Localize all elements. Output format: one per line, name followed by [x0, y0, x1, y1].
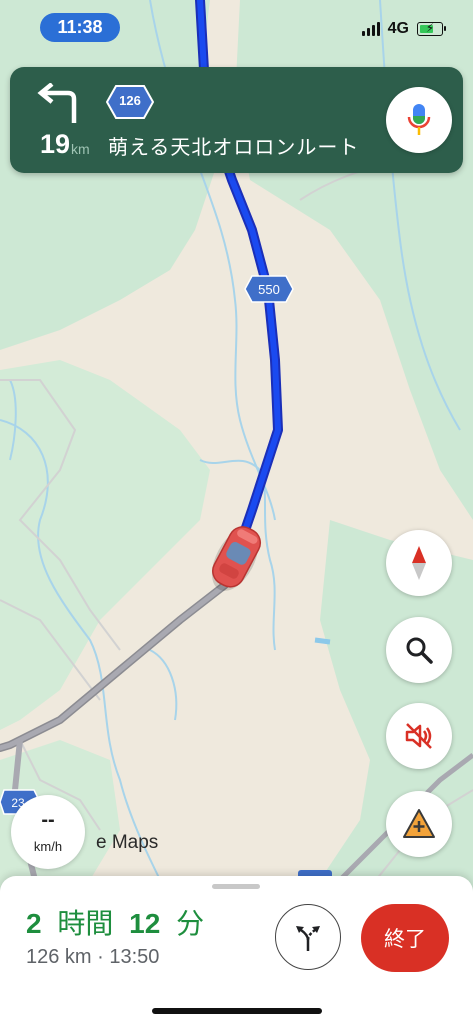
battery-icon: ⚡ — [417, 21, 446, 36]
status-time[interactable]: 11:38 — [40, 13, 120, 42]
duration-hours-unit: 時間 — [57, 908, 114, 939]
trip-bottom-sheet[interactable]: 2 時間 12 分 126 km · 13:50 終了 — [0, 876, 473, 1024]
duration-hours: 2 — [26, 908, 42, 939]
report-hazard-icon — [403, 809, 435, 838]
svg-text:550: 550 — [258, 282, 280, 297]
trip-details: 126 km · 13:50 — [26, 946, 160, 968]
signal-icon — [361, 22, 380, 36]
speed-value: -- — [41, 809, 55, 831]
voice-search-button[interactable] — [386, 87, 452, 153]
sheet-drag-handle[interactable] — [212, 884, 260, 889]
search-icon — [406, 637, 433, 664]
network-type: 4G — [387, 20, 409, 37]
distance-unit: km — [71, 141, 90, 157]
compass-icon — [412, 546, 426, 580]
street-name: 萌える天北オロロンルート — [108, 137, 360, 159]
home-indicator[interactable] — [152, 1008, 322, 1014]
map-watermark: e Maps — [96, 832, 159, 853]
alternate-routes-button[interactable] — [275, 904, 341, 970]
duration-minutes: 12 — [129, 908, 161, 939]
mute-icon — [405, 723, 432, 749]
trip-duration: 2 時間 12 分 — [26, 902, 212, 942]
mute-button[interactable] — [386, 703, 452, 769]
speed-unit: km/h — [33, 839, 63, 854]
status-indicators: 4G ⚡ — [361, 20, 446, 38]
road-shield-550: 550 — [244, 275, 294, 303]
duration-minutes-unit: 分 — [176, 908, 205, 939]
alternate-routes-icon — [296, 926, 320, 951]
navigation-banner[interactable]: 19 km 126 萌える天北オロロンルート — [10, 67, 463, 173]
route-shield: 126 — [105, 85, 155, 119]
status-bar: 11:38 4G ⚡ — [0, 0, 473, 58]
route-number: 126 — [119, 93, 141, 108]
search-button[interactable] — [386, 617, 452, 683]
speedometer: -- km/h — [11, 795, 85, 869]
end-navigation-button[interactable]: 終了 — [361, 904, 449, 972]
report-hazard-button[interactable] — [386, 791, 452, 857]
distance-value: 19 — [40, 129, 71, 159]
compass-button[interactable] — [386, 530, 452, 596]
microphone-icon — [407, 104, 431, 135]
turn-left-icon — [37, 83, 77, 123]
